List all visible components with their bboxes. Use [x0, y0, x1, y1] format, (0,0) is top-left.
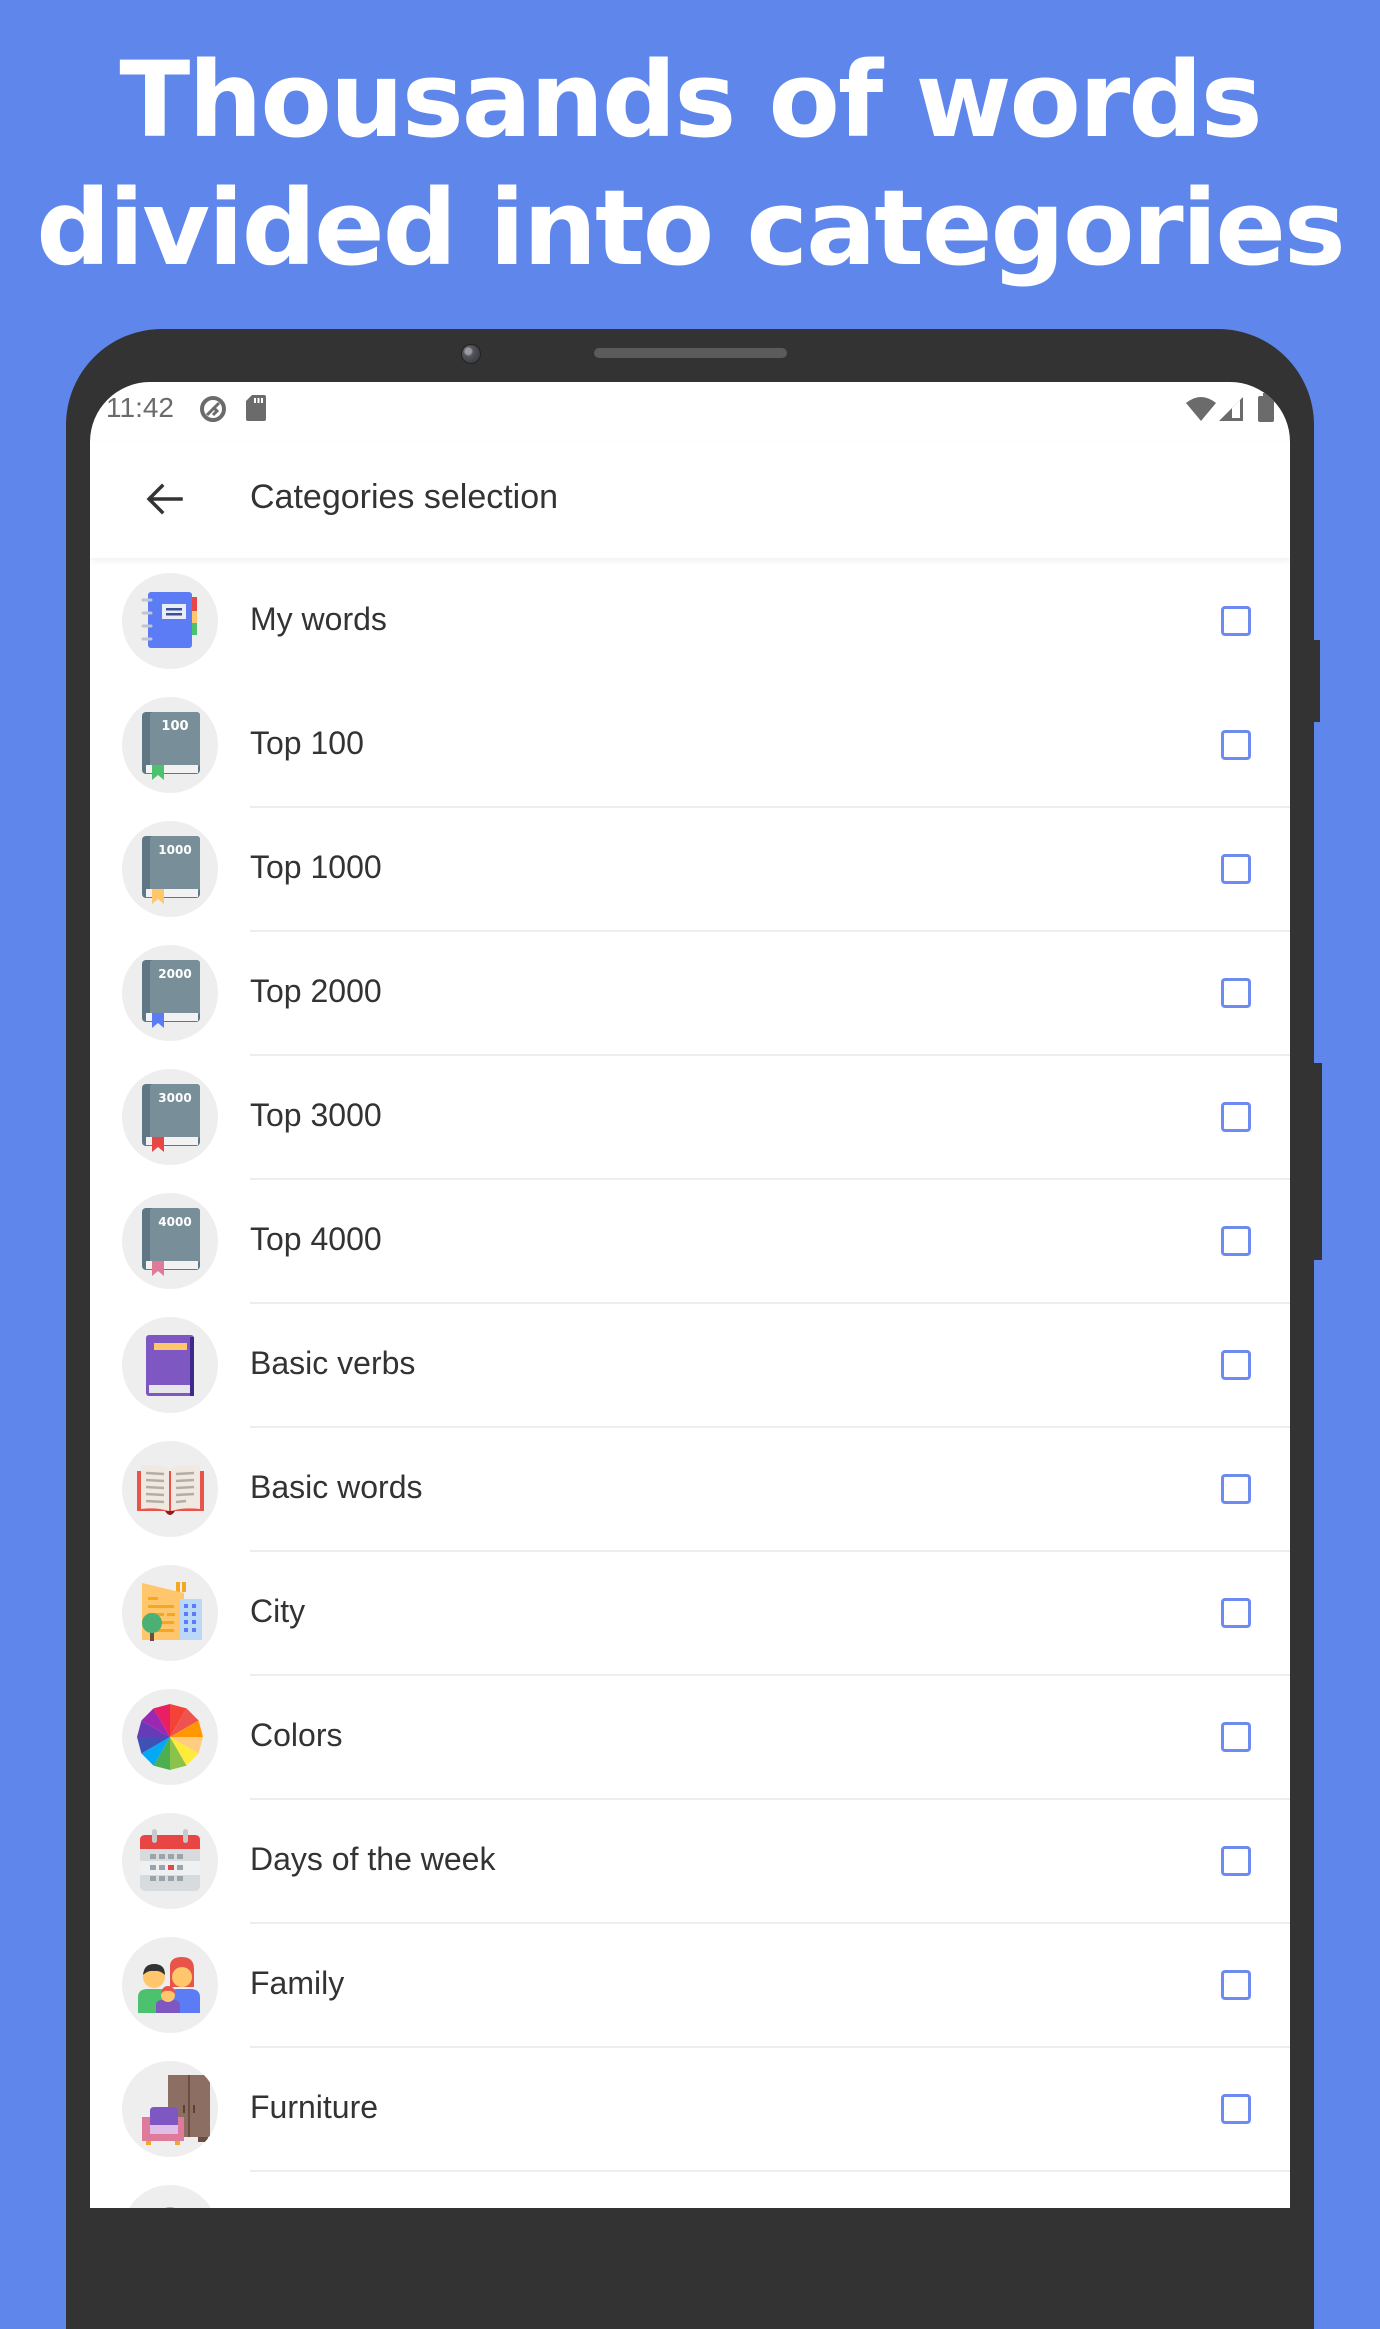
list-item[interactable]: 2000 Top 2000 [90, 930, 1290, 1054]
category-label: Top 100 [250, 725, 364, 761]
divider [250, 1922, 1290, 1924]
category-checkbox[interactable] [1221, 1970, 1251, 2000]
category-label: Top 2000 [250, 973, 382, 1009]
cell-signal-icon [1218, 396, 1244, 427]
divider [250, 1426, 1290, 1428]
open-book-icon [122, 1441, 218, 1537]
category-checkbox[interactable] [1221, 2094, 1251, 2124]
purple-book-icon [122, 1317, 218, 1413]
page-title: Categories selection [250, 478, 559, 516]
list-item[interactable]: Basic verbs [90, 1302, 1290, 1426]
svg-text:2000: 2000 [158, 967, 191, 981]
headline-line-1: Thousands of words [119, 39, 1262, 161]
category-checkbox[interactable] [1221, 1846, 1251, 1876]
category-label: Colors [250, 1717, 343, 1753]
battery-icon [1257, 393, 1275, 428]
divider [250, 1178, 1290, 1180]
list-item[interactable]: 100 Top 100 [90, 682, 1290, 806]
headline-line-2: divided into categories [36, 167, 1346, 289]
headline: Thousands of words divided into categori… [0, 36, 1380, 292]
divider [250, 930, 1290, 932]
svg-text:1000: 1000 [158, 843, 191, 857]
list-item[interactable] [90, 2170, 1290, 2208]
svg-text:100: 100 [161, 719, 188, 734]
status-bar: 11:42 [90, 382, 1290, 442]
list-item[interactable]: Days of the week [90, 1798, 1290, 1922]
category-checkbox[interactable] [1221, 606, 1251, 636]
category-checkbox[interactable] [1221, 1102, 1251, 1132]
back-button[interactable] [140, 474, 190, 524]
category-label: Top 4000 [250, 1221, 382, 1257]
category-label: Furniture [250, 2089, 379, 2125]
divider [250, 1674, 1290, 1676]
category-checkbox[interactable] [1221, 730, 1251, 760]
book-icon: 4000 [122, 1193, 218, 1289]
category-checkbox[interactable] [1221, 1598, 1251, 1628]
list-item[interactable]: 1000 Top 1000 [90, 806, 1290, 930]
book-icon: 1000 [122, 821, 218, 917]
status-time: 11:42 [106, 392, 174, 423]
arrow-left-icon [146, 483, 183, 515]
category-checkbox[interactable] [1221, 1350, 1251, 1380]
book-icon: 2000 [122, 945, 218, 1041]
data-saver-icon [198, 394, 228, 429]
svg-text:4000: 4000 [158, 1215, 191, 1229]
category-checkbox[interactable] [1221, 854, 1251, 884]
category-label: Basic verbs [250, 1345, 416, 1381]
category-checkbox[interactable] [1221, 1474, 1251, 1504]
category-label: Top 3000 [250, 1097, 382, 1133]
category-label: Top 1000 [250, 849, 382, 885]
phone-screen: 11:42 Categories selection My words 100 … [90, 382, 1290, 2208]
category-label: Basic words [250, 1469, 423, 1505]
calendar-icon [122, 1813, 218, 1909]
divider [250, 2170, 1290, 2172]
divider [250, 2046, 1290, 2048]
list-item[interactable]: Furniture [90, 2046, 1290, 2170]
camera-icon [461, 344, 481, 364]
divider [250, 1302, 1290, 1304]
divider [250, 1550, 1290, 1552]
category-checkbox[interactable] [1221, 978, 1251, 1008]
list-item[interactable]: Colors [90, 1674, 1290, 1798]
furniture-icon [122, 2061, 218, 2157]
category-label: Family [250, 1965, 345, 2001]
category-checkbox[interactable] [1221, 1722, 1251, 1752]
category-label: My words [250, 601, 387, 637]
wifi-icon [1185, 396, 1217, 427]
divider [250, 806, 1290, 808]
partial-orange-icon [122, 2185, 218, 2208]
list-item[interactable]: My words [90, 558, 1290, 682]
list-item[interactable]: Basic words [90, 1426, 1290, 1550]
category-label: Days of the week [250, 1841, 496, 1877]
category-checkbox[interactable] [1221, 1226, 1251, 1256]
city-buildings-icon [122, 1565, 218, 1661]
color-wheel-icon [122, 1689, 218, 1785]
svg-text:3000: 3000 [158, 1091, 191, 1105]
divider [250, 1798, 1290, 1800]
book-icon: 3000 [122, 1069, 218, 1165]
app-bar: Categories selection [90, 442, 1290, 558]
list-item[interactable]: 4000 Top 4000 [90, 1178, 1290, 1302]
family-icon [122, 1937, 218, 2033]
list-item[interactable]: Family [90, 1922, 1290, 2046]
divider [250, 1054, 1290, 1056]
category-label: City [250, 1593, 306, 1629]
sd-card-icon [245, 394, 267, 427]
speaker-grille [594, 348, 787, 358]
list-item[interactable]: City [90, 1550, 1290, 1674]
book-icon: 100 [122, 697, 218, 793]
notebook-icon [122, 573, 218, 669]
list-item[interactable]: 3000 Top 3000 [90, 1054, 1290, 1178]
